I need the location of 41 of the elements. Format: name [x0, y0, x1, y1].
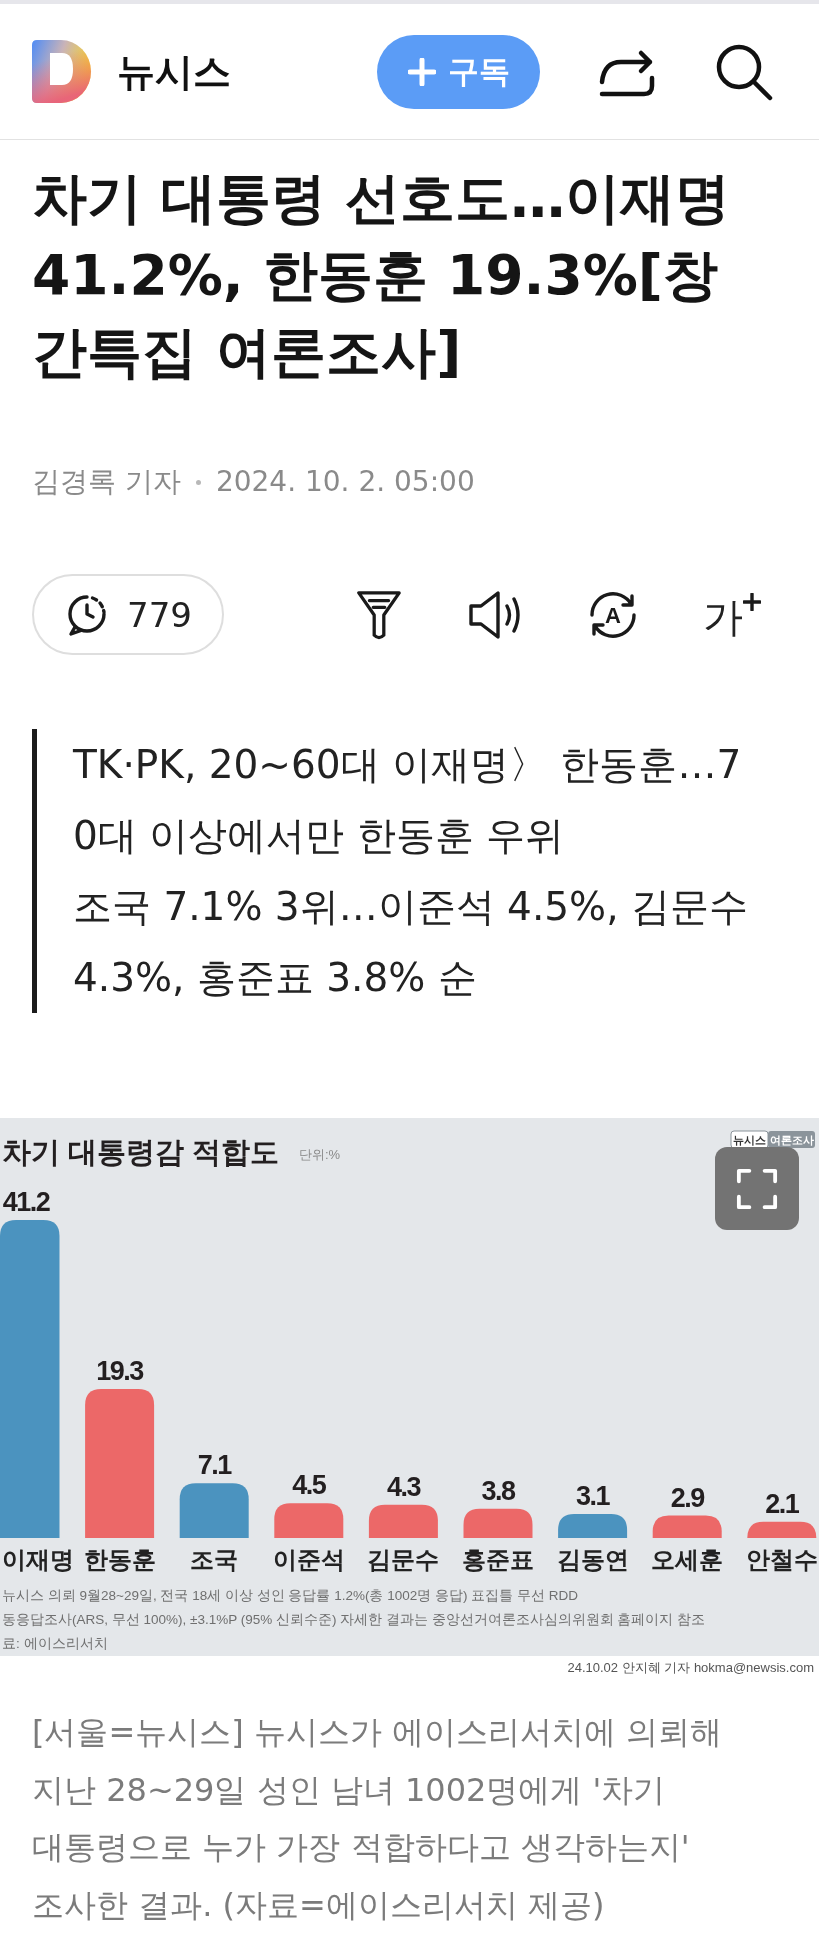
dot-icon: [195, 479, 201, 485]
category-label: 이재명: [2, 1546, 74, 1573]
value-label: 41.2: [2, 1186, 50, 1217]
category-label: 한동훈: [83, 1546, 156, 1573]
image-credit: 24.10.02 안지혜 기자 hokma@newsis.com: [567, 1660, 814, 1675]
value-label: 3.1: [576, 1481, 610, 1512]
brand-name: 뉴시스: [117, 52, 231, 91]
plus-icon: [743, 592, 761, 611]
footnote: 동응답조사(ARS, 무선 100%), ±3.1%P (95% 신뢰수준) 자세한 결과는 중앙선거여론조사심의위원회 홈페이지 참조: [2, 1612, 706, 1627]
footnote: 뉴시스 의뢰 9월28~29일, 전국 18세 이상 성인 응답률 1.2%(총 1002명 응답) 표집틀 무선 RDD: [2, 1588, 578, 1603]
category-label: 김문수: [367, 1546, 440, 1573]
comment-button[interactable]: 779: [32, 574, 224, 655]
value-label: 4.3: [386, 1471, 420, 1502]
section-tag: 여론조사: [768, 1131, 815, 1148]
value-label: 7.1: [197, 1450, 231, 1481]
chart-title: 차기 대통령감 적합도: [2, 1136, 280, 1168]
plus-icon: [407, 57, 436, 86]
value-label: 2.1: [765, 1488, 799, 1519]
fullscreen-icon: [736, 1167, 778, 1210]
author-name: 김경록 기자: [32, 464, 181, 500]
summary-line: 조국 7.1% 3위…이준석 4.5%, 김문수 4.3%, 홍준표 3.8% 순: [73, 883, 749, 1002]
value-label: 3.8: [481, 1475, 515, 1506]
search-icon[interactable]: [715, 42, 773, 101]
article-title: 차기 대통령 선호도…이재명 41.2%, 한동훈 19.3%[창간특집 여론조사]: [32, 165, 732, 386]
category-label: 조국: [190, 1546, 239, 1573]
category-label: 안철수: [745, 1546, 818, 1573]
value-label: 19.3: [96, 1356, 143, 1386]
value-label: 2.9: [670, 1482, 704, 1513]
font-size-button[interactable]: 가: [703, 592, 761, 637]
category-label: 홍준표: [462, 1546, 534, 1573]
summary-line: TK·PK, 20~60대 이재명〉 한동훈…70대 이상에서만 한동훈 우위: [73, 741, 743, 860]
category-label: 이준석: [272, 1546, 345, 1573]
category-label: 오세훈: [651, 1546, 724, 1573]
unit-label: 단위:%: [299, 1147, 341, 1162]
value-label: 4.5: [292, 1470, 326, 1501]
publish-date: 2024. 10. 2. 05:00: [215, 464, 475, 500]
translate-button[interactable]: A: [586, 587, 640, 642]
footnote: 료: 에이스리서치: [2, 1636, 108, 1651]
image-caption: [서울=뉴시스] 뉴시스가 에이스리서치에 의뢰해 지난 28~29일 성인 남녀 1002명에게 '차기 대통령으로 누가 가장 적합하다고 생각하는지' 조사한 결과. (자료=에이스리서치 제공): [32, 1712, 724, 1927]
fullscreen-button[interactable]: [715, 1147, 799, 1230]
category-label: 김동연: [556, 1546, 629, 1573]
